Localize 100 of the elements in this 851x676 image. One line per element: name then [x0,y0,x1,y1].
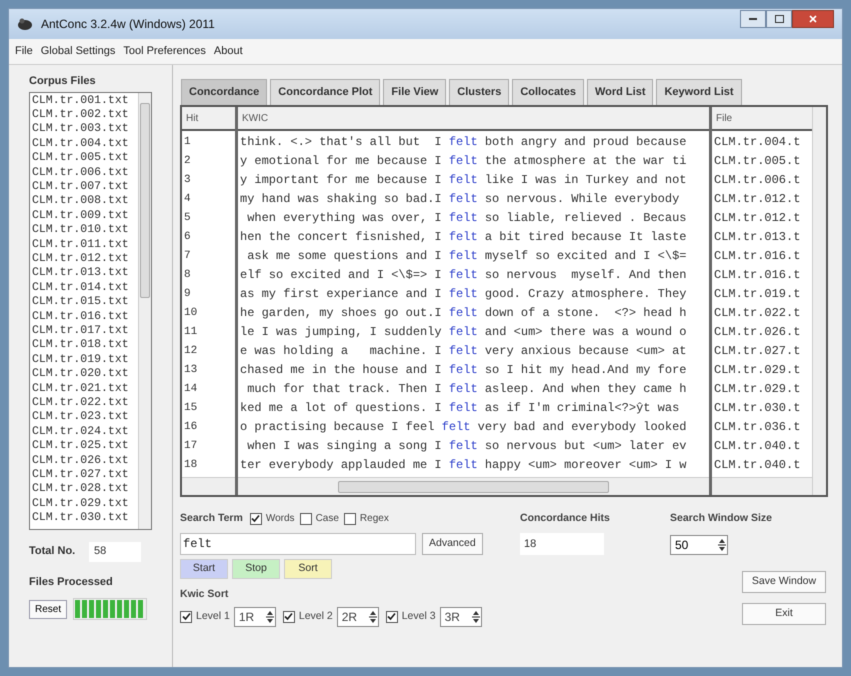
file-name: CLM.tr.026.t [714,324,802,341]
spinner-arrows-icon [368,608,378,624]
window-action-button[interactable]: Exit [742,602,826,625]
minimize-button[interactable] [740,10,766,28]
file-item[interactable]: CLM.tr.008.txt [32,194,138,209]
file-item[interactable]: CLM.tr.030.txt [32,511,138,526]
file-name: CLM.tr.022.t [714,305,802,322]
files-processed-label: Files Processed [29,574,114,590]
kwic-line: my hand was shaking so bad.I felt so nervous. While everybody [240,191,680,208]
hit-number: 14 [184,382,198,397]
file-item[interactable]: CLM.tr.027.txt [32,468,138,482]
spinner-field[interactable]: 50 [670,534,728,555]
kwic-line: y emotional for me because I felt the atmosphere at the war ti [240,153,688,170]
spinner-field[interactable]: 3R [440,606,482,626]
file-name: CLM.tr.019.t [714,286,802,303]
file-item[interactable]: CLM.tr.025.txt [32,439,138,454]
file-item[interactable]: CLM.tr.019.txt [32,352,138,368]
file-item[interactable]: CLM.tr.006.txt [32,166,138,180]
maximize-button[interactable] [766,10,792,28]
close-icon [809,15,817,23]
kwic-line: ter everybody applauded me I felt happy <um> moreover <um> I w [240,457,688,474]
file-item[interactable]: CLM.tr.026.txt [32,454,138,468]
menu-item[interactable]: Tool Preferences [123,43,206,60]
action-button[interactable]: Start [180,558,228,579]
file-item[interactable]: CLM.tr.002.txt [32,108,138,122]
file-item[interactable]: CLM.tr.007.txt [32,180,138,194]
menu-item[interactable]: Global Settings [40,43,116,60]
file-item[interactable]: CLM.tr.012.txt [32,252,138,266]
hit-number: 5 [184,211,192,226]
file-item[interactable]: CLM.tr.013.txt [32,266,138,281]
menu-item[interactable]: File [15,43,33,60]
file-item[interactable]: CLM.tr.017.txt [32,324,138,338]
file-item[interactable]: CLM.tr.029.txt [32,496,138,512]
file-item[interactable]: CLM.tr.011.txt [32,238,138,252]
spinner-arrows-icon [717,536,727,553]
tab[interactable]: Concordance [181,79,268,105]
file-item[interactable]: CLM.tr.009.txt [32,208,138,224]
checkbox[interactable] [386,610,398,622]
file-item[interactable]: CLM.tr.024.txt [32,424,138,440]
hit-number: 1 [184,135,192,150]
tab[interactable]: Collocates [512,79,584,105]
file-item[interactable]: CLM.tr.003.txt [32,122,138,137]
file-item[interactable]: CLM.tr.010.txt [32,223,138,238]
tab[interactable]: Concordance Plot [270,79,380,105]
checkbox[interactable] [300,512,312,525]
file-item[interactable]: CLM.tr.014.txt [32,280,138,296]
file-name: CLM.tr.030.t [714,400,802,417]
kwic-line: much for that track. Then I felt asleep. And when they came h [246,381,688,398]
scrollbar[interactable] [138,92,151,528]
check-icon [387,612,396,621]
tab[interactable]: Keyword List [656,79,742,105]
scrollbar[interactable] [238,477,709,495]
tab[interactable]: Clusters [449,79,510,105]
file-item[interactable]: CLM.tr.020.txt [32,367,138,382]
checkbox[interactable] [344,512,356,525]
file-item[interactable]: CLM.tr.016.txt [32,310,138,324]
kwic-line: think. <.> that's all but I felt both angry and proud because [240,134,688,151]
file-name: CLM.tr.029.t [714,362,802,379]
file-item[interactable]: CLM.tr.005.txt [32,151,138,166]
file-item[interactable]: CLM.tr.021.txt [32,382,138,396]
hit-number: 18 [184,458,198,473]
search-field[interactable]: felt [180,532,416,555]
kwic-line: when I was singing a song I felt so nervous but <um> later ev [246,438,688,455]
file-item[interactable]: CLM.tr.023.txt [32,410,138,425]
tab[interactable]: File View [383,79,446,105]
kwic-line: ask me some questions and I felt myself so excited and I <\$= [246,248,688,265]
reset-button[interactable]: Reset [29,600,68,618]
file-item[interactable]: CLM.tr.018.txt [32,338,138,353]
file-item[interactable]: CLM.tr.001.txt [32,94,138,108]
menu-item[interactable]: About [214,43,243,60]
file-item[interactable]: CLM.tr.004.txt [32,136,138,152]
close-button[interactable] [792,10,834,28]
spinner-field[interactable]: 2R [336,606,379,626]
option-label: Regex [360,512,389,526]
action-button[interactable]: Sort [284,558,332,579]
kwic-line: e was holding a machine. I felt very anxious because <um> at [240,343,688,360]
file-item[interactable]: CLM.tr.022.txt [32,396,138,410]
kwic-line: chased me in the house and I felt so I hit my head.And my fore [240,362,688,379]
spinner-field[interactable]: 1R [234,606,276,626]
file-item[interactable]: CLM.tr.028.txt [32,482,138,497]
action-button[interactable]: Stop [232,558,280,579]
hit-number: 12 [184,344,198,359]
kwic-line: y important for me because I felt like I was in Turkey and not [240,172,688,189]
checkbox[interactable] [282,610,295,622]
file-name: CLM.tr.016.t [714,267,802,284]
hit-number: 7 [184,249,192,264]
advanced-button[interactable]: Advanced [422,532,483,555]
hit-number: 11 [184,325,198,340]
window-action-button[interactable]: Save Window [742,570,826,593]
checkbox[interactable] [180,610,192,622]
checkbox[interactable] [250,512,262,525]
hit-number: 8 [184,268,192,283]
option-label: Case [316,512,339,526]
file-item[interactable]: CLM.tr.015.txt [32,295,138,310]
hit-number: 16 [184,420,198,435]
file-name: CLM.tr.036.t [714,419,802,436]
tab[interactable]: Word List [586,79,654,105]
app-logo-icon [17,17,33,31]
file-name: CLM.tr.027.t [714,343,802,360]
hit-number: 3 [184,173,192,188]
